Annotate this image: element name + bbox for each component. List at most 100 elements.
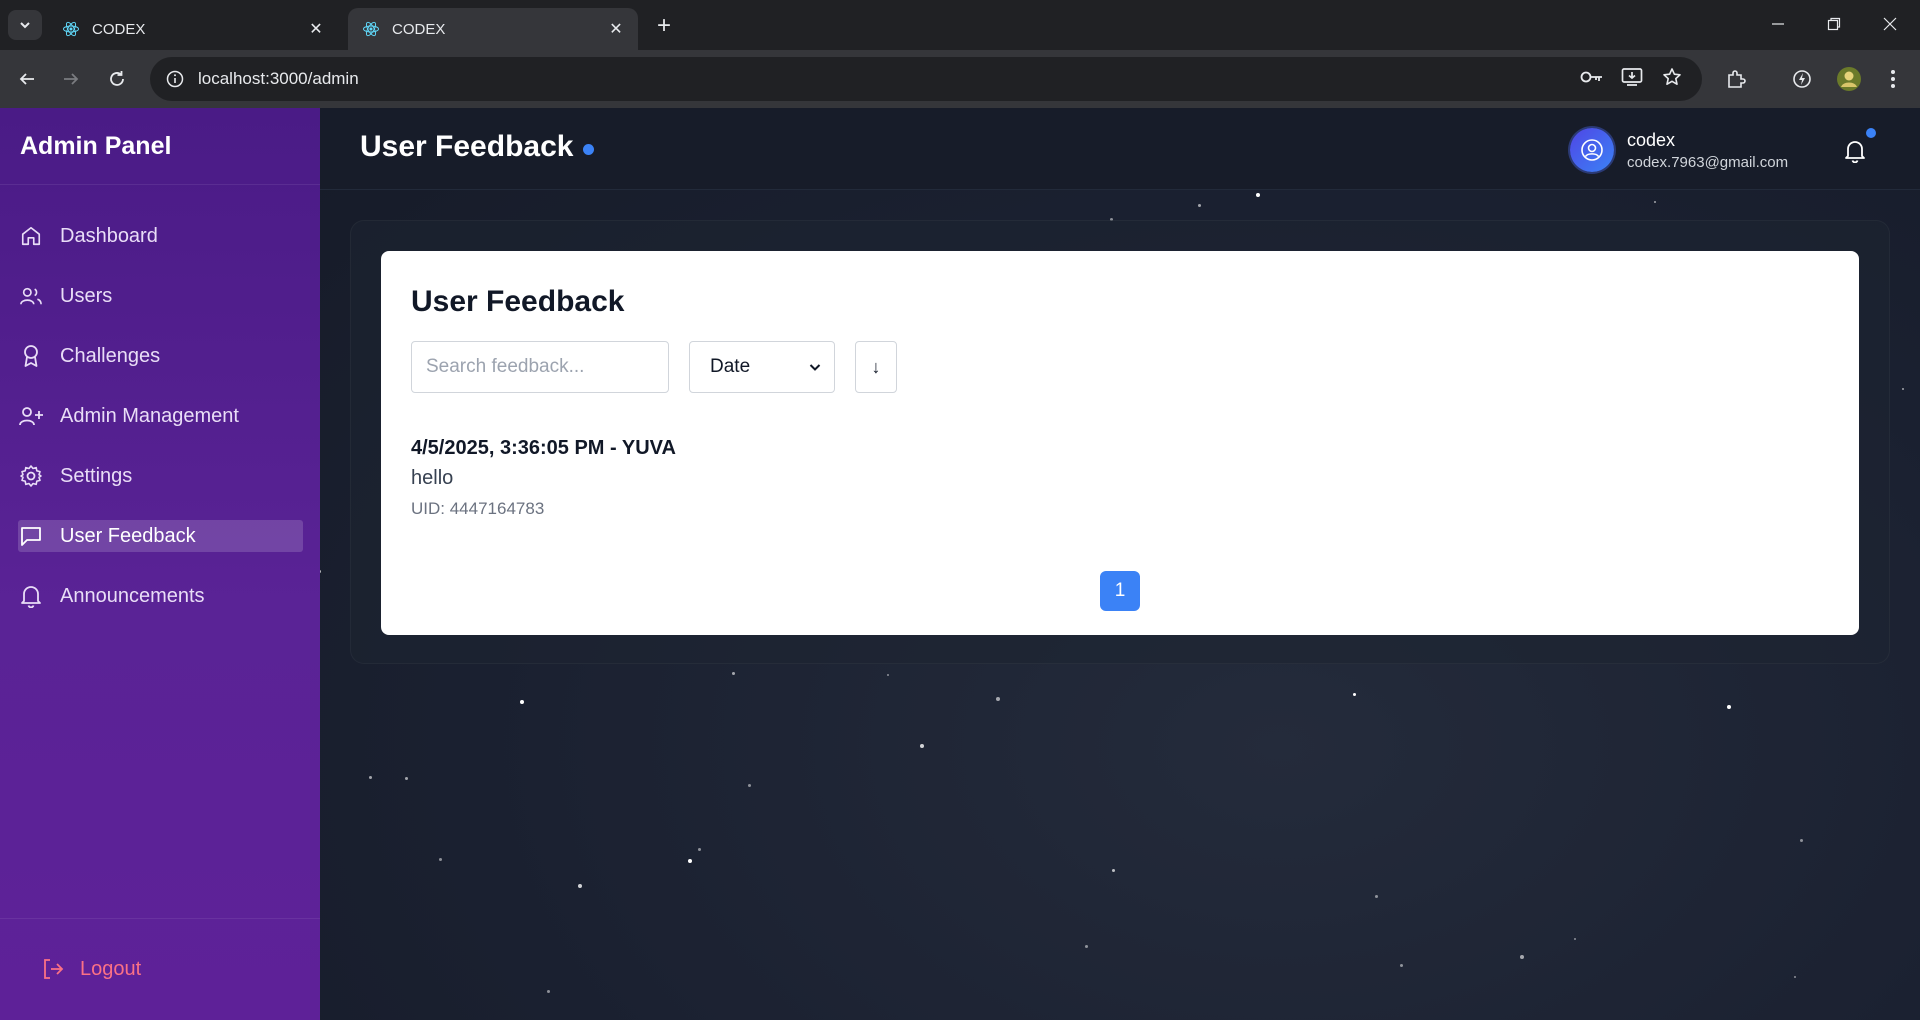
star-decoration <box>920 744 924 748</box>
page-title: User Feedback <box>360 130 574 163</box>
brand-title: Admin Panel <box>20 132 172 160</box>
close-window-button[interactable] <box>1862 0 1918 48</box>
search-input[interactable] <box>411 341 669 393</box>
arrow-right-icon <box>64 73 79 85</box>
star-decoration <box>732 672 735 675</box>
sidebar-item-users[interactable]: Users <box>18 280 303 312</box>
close-icon[interactable]: ✕ <box>306 19 326 39</box>
react-icon <box>63 21 79 37</box>
star-decoration <box>1085 945 1088 948</box>
logout-label: Logout <box>80 957 142 980</box>
notifications-button[interactable] <box>1840 136 1870 166</box>
browser-tab-bar: CODEX ✕ CODEX ✕ + <box>0 0 1920 50</box>
install-app-icon[interactable] <box>1617 62 1647 92</box>
star-decoration <box>1198 204 1201 207</box>
feedback-card: User Feedback Date ↓ 4/5/2025, 3:36:05 P… <box>381 251 1859 635</box>
star-decoration <box>1574 938 1576 940</box>
browser-tab-active[interactable]: CODEX ✕ <box>348 8 638 50</box>
password-key-icon[interactable] <box>1577 62 1607 92</box>
user-email: codex.7963@gmail.com <box>1627 154 1789 171</box>
star-decoration <box>996 697 1000 701</box>
notification-badge <box>1866 128 1876 138</box>
chevron-down-icon <box>20 22 30 29</box>
restore-icon <box>1827 17 1841 31</box>
browser-tab[interactable]: CODEX ✕ <box>48 8 338 50</box>
tab-search-button[interactable] <box>8 10 42 40</box>
sidebar-item-label: Admin Management <box>60 404 239 427</box>
star-decoration <box>1375 895 1378 898</box>
close-icon <box>1883 17 1897 31</box>
star-decoration <box>1256 193 1260 197</box>
sidebar-item-label: Settings <box>60 464 133 487</box>
sort-direction-button[interactable]: ↓ <box>855 341 897 393</box>
sidebar-item-settings[interactable]: Settings <box>18 460 303 492</box>
pagination-page-button[interactable]: 1 <box>1100 571 1140 611</box>
divider <box>0 918 320 919</box>
sidebar-item-admin-management[interactable]: Admin Management <box>18 400 303 432</box>
feedback-meta: 4/5/2025, 3:36:05 PM - YUVA <box>411 437 676 459</box>
avatar[interactable] <box>1570 128 1614 172</box>
star-decoration <box>547 990 550 993</box>
star-decoration <box>1353 693 1356 696</box>
star-decoration <box>1654 201 1656 203</box>
star-decoration <box>1902 388 1904 390</box>
new-tab-button[interactable]: + <box>650 12 678 40</box>
users-icon <box>18 283 44 309</box>
react-icon <box>363 21 379 37</box>
sidebar-item-label: Dashboard <box>60 224 158 247</box>
close-icon[interactable]: ✕ <box>606 19 626 39</box>
star-decoration <box>1800 839 1803 842</box>
user-icon <box>1581 139 1603 161</box>
star-decoration <box>1520 955 1524 959</box>
star-decoration <box>405 777 408 780</box>
sort-select[interactable]: Date <box>689 341 835 393</box>
sidebar-item-label: Challenges <box>60 344 161 367</box>
bell-icon <box>18 583 44 609</box>
user-name: codex <box>1627 130 1676 150</box>
site-info-icon[interactable] <box>164 68 186 90</box>
sidebar-item-label: Announcements <box>60 584 205 607</box>
star-decoration <box>369 776 372 779</box>
restore-button[interactable] <box>1806 0 1862 48</box>
feedback-uid: UID: 4447164783 <box>411 499 545 518</box>
forward-button[interactable] <box>56 64 86 94</box>
minimize-button[interactable] <box>1750 0 1806 48</box>
star-decoration <box>1112 869 1115 872</box>
minimize-icon <box>1772 23 1784 25</box>
sidebar-item-dashboard[interactable]: Dashboard <box>18 220 303 252</box>
card-title: User Feedback <box>411 285 625 318</box>
star-decoration <box>1794 976 1796 978</box>
feedback-message: hello <box>411 467 454 489</box>
sidebar: Admin Panel Dashboard Users Challenges A… <box>0 108 320 1020</box>
star-decoration <box>320 570 321 573</box>
star-decoration <box>698 848 701 851</box>
sidebar-item-announcements[interactable]: Announcements <box>18 580 303 612</box>
sidebar-item-user-feedback[interactable]: User Feedback <box>18 520 303 552</box>
chevron-down-icon <box>809 364 821 371</box>
url-text[interactable]: localhost:3000/admin <box>198 69 359 89</box>
star-decoration <box>748 784 751 787</box>
star-decoration <box>1400 964 1403 967</box>
app-root: Admin Panel Dashboard Users Challenges A… <box>0 108 1920 1020</box>
extensions-icon[interactable] <box>1721 64 1751 94</box>
gear-icon <box>18 463 44 489</box>
divider <box>0 184 320 185</box>
sort-select-value: Date <box>710 356 751 377</box>
sidebar-item-challenges[interactable]: Challenges <box>18 340 303 372</box>
star-decoration <box>439 858 442 861</box>
back-button[interactable] <box>12 64 42 94</box>
message-square-icon <box>18 523 44 549</box>
star-decoration <box>887 674 889 676</box>
home-icon <box>18 223 44 249</box>
sidebar-item-label: Users <box>60 284 113 307</box>
profile-avatar-icon[interactable] <box>1834 64 1864 94</box>
sidebar-item-label: User Feedback <box>60 524 196 547</box>
star-decoration <box>1727 705 1731 709</box>
browser-menu-icon[interactable] <box>1878 64 1908 94</box>
logout-button[interactable]: Logout <box>40 956 141 982</box>
tab-title: CODEX <box>392 20 446 38</box>
reload-button[interactable] <box>102 64 132 94</box>
bookmark-star-icon[interactable] <box>1657 62 1687 92</box>
address-bar[interactable]: localhost:3000/admin <box>150 57 1702 101</box>
performance-icon[interactable] <box>1787 64 1817 94</box>
